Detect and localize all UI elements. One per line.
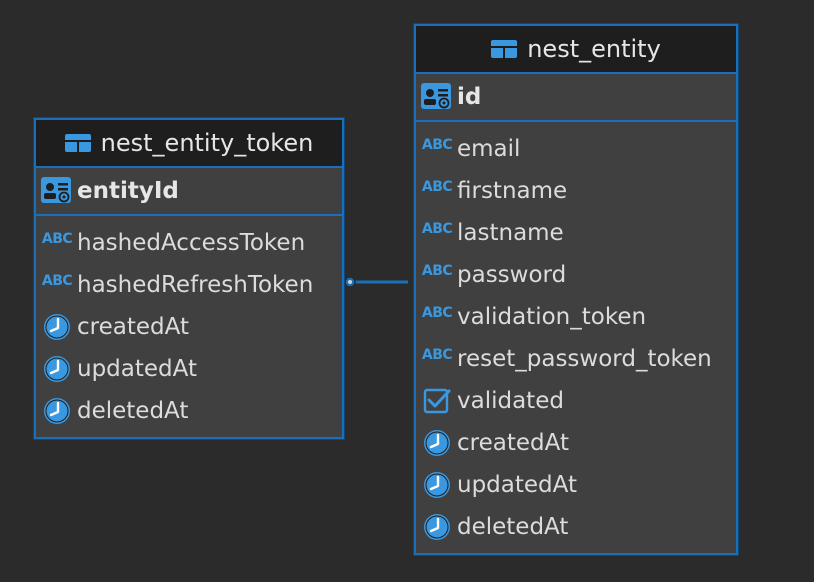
- column-row[interactable]: updatedAt: [416, 464, 736, 506]
- column-row[interactable]: deletedAt: [36, 390, 342, 432]
- abc-icon: ABC: [421, 137, 453, 153]
- table-header[interactable]: nest_entity: [416, 26, 736, 74]
- column-name: lastname: [457, 220, 564, 246]
- clock-icon: [41, 397, 73, 425]
- column-name: reset_password_token: [457, 346, 712, 372]
- column-row[interactable]: createdAt: [36, 306, 342, 348]
- column-name: createdAt: [77, 314, 189, 340]
- column-name: hashedRefreshToken: [77, 272, 314, 298]
- column-row[interactable]: ABC reset_password_token: [416, 338, 736, 380]
- column-list: ABC hashedAccessToken ABC hashedRefreshToke…: [36, 216, 342, 432]
- abc-icon: ABC: [421, 347, 453, 363]
- table-title: nest_entity: [527, 35, 661, 63]
- column-name: firstname: [457, 178, 568, 204]
- clock-icon: [41, 355, 73, 383]
- primary-key-label: entityId: [77, 178, 179, 204]
- column-row[interactable]: ABC lastname: [416, 212, 736, 254]
- clock-icon: [421, 513, 453, 541]
- column-name: createdAt: [457, 430, 569, 456]
- column-list: ABC email ABC firstname ABC lastname ABC passwo…: [416, 122, 736, 548]
- column-name: validation_token: [457, 304, 647, 330]
- table-title: nest_entity_token: [100, 129, 314, 157]
- column-name: validated: [457, 388, 564, 414]
- column-name: updatedAt: [77, 356, 197, 382]
- column-row[interactable]: ABC hashedRefreshToken: [36, 264, 342, 306]
- table-icon: [64, 134, 91, 152]
- column-row[interactable]: ABC validation_token: [416, 296, 736, 338]
- column-row[interactable]: ABC password: [416, 254, 736, 296]
- clock-icon: [421, 471, 453, 499]
- column-row[interactable]: ABC firstname: [416, 170, 736, 212]
- column-row[interactable]: ABC email: [416, 128, 736, 170]
- table-header[interactable]: nest_entity_token: [36, 120, 342, 168]
- abc-icon: ABC: [41, 231, 73, 247]
- column-row[interactable]: createdAt: [416, 422, 736, 464]
- checkbox-icon: [421, 387, 453, 415]
- abc-icon: ABC: [421, 263, 453, 279]
- primary-key-row[interactable]: entityId: [36, 168, 342, 216]
- column-name: deletedAt: [457, 514, 569, 540]
- primary-key-icon: [421, 83, 453, 111]
- table-nest-entity-token[interactable]: nest_entity_token entityId ABC hashedAcce…: [34, 118, 344, 439]
- abc-icon: ABC: [421, 221, 453, 237]
- abc-icon: ABC: [421, 305, 453, 321]
- column-row[interactable]: ABC hashedAccessToken: [36, 222, 342, 264]
- table-nest-entity[interactable]: nest_entity id ABC email ABC firstname ABC la…: [414, 24, 738, 555]
- column-name: hashedAccessToken: [77, 230, 306, 256]
- column-row[interactable]: updatedAt: [36, 348, 342, 390]
- primary-key-icon: [41, 177, 73, 205]
- column-row[interactable]: deletedAt: [416, 506, 736, 548]
- column-name: deletedAt: [77, 398, 189, 424]
- abc-icon: ABC: [421, 179, 453, 195]
- primary-key-row[interactable]: id: [416, 74, 736, 122]
- clock-icon: [41, 313, 73, 341]
- column-name: password: [457, 262, 567, 288]
- abc-icon: ABC: [41, 273, 73, 289]
- column-name: email: [457, 136, 521, 162]
- column-name: updatedAt: [457, 472, 577, 498]
- column-row[interactable]: validated: [416, 380, 736, 422]
- table-icon: [491, 40, 518, 58]
- clock-icon: [421, 429, 453, 457]
- primary-key-label: id: [457, 84, 482, 110]
